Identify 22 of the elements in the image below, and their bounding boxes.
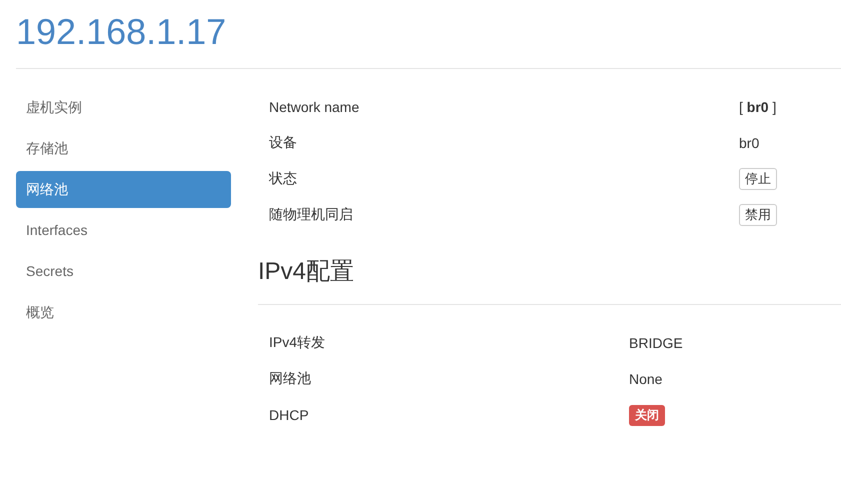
sidebar-item[interactable]: Interfaces	[16, 212, 231, 249]
action-button[interactable]: 停止	[739, 168, 777, 190]
field-label: IPv4转发	[269, 334, 326, 352]
sidebar-item[interactable]: 虚机实例	[16, 89, 231, 126]
sidebar-item[interactable]: Secrets	[16, 253, 231, 290]
field-value: br0	[739, 135, 760, 151]
field-value: [ br0 ]	[739, 99, 776, 115]
field-label: 随物理机同启	[269, 206, 353, 224]
field-label: DHCP	[269, 407, 309, 423]
status-label: 关闭	[629, 404, 665, 426]
field-value: None	[629, 371, 662, 387]
section-heading: IPv4配置	[258, 257, 354, 287]
sidebar-item[interactable]: 存储池	[16, 130, 231, 167]
sidebar-item[interactable]: 概览	[16, 294, 231, 331]
field-label: 网络池	[269, 370, 311, 388]
field-label: 状态	[269, 170, 297, 188]
sidebar-item[interactable]: 网络池	[16, 171, 231, 208]
field-label: 设备	[269, 134, 297, 152]
field-value: BRIDGE	[629, 335, 683, 351]
action-button[interactable]: 禁用	[739, 204, 777, 226]
field-label: Network name	[269, 99, 360, 115]
page-title: 192.168.1.17	[16, 10, 226, 54]
